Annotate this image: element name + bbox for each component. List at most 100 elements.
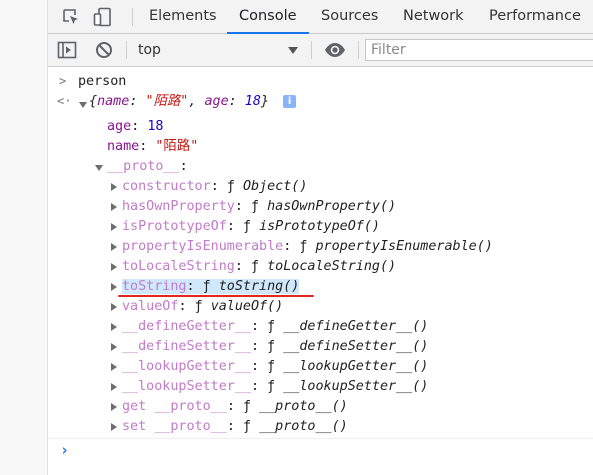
expand-triangle-icon[interactable]	[111, 203, 117, 211]
function-glyph: ƒ	[242, 219, 260, 234]
proto-key: __defineGetter__	[122, 319, 251, 334]
console-input-line: person	[78, 72, 126, 92]
proto-item-row[interactable]: hasOwnProperty: ƒ hasOwnProperty()	[122, 197, 396, 217]
proto-key: toString	[122, 279, 187, 294]
inspect-element-icon[interactable]	[61, 7, 81, 27]
proto-entry: constructor: ƒ Object()	[122, 179, 307, 194]
tab-bar-separator	[132, 8, 133, 26]
info-icon[interactable]: i	[283, 95, 297, 108]
function-name: isPrototypeOf()	[259, 219, 380, 234]
toolbar-separator	[311, 41, 312, 59]
tab-sources[interactable]: Sources	[321, 0, 378, 33]
expand-triangle-icon[interactable]	[111, 303, 117, 311]
proto-entry: __lookupGetter__: ƒ __lookupGetter__()	[122, 359, 428, 374]
console-prompt-icon[interactable]: ›	[60, 441, 69, 459]
proto-key: set __proto__	[122, 419, 227, 434]
proto-colon: :	[251, 359, 268, 374]
proto-key: isPrototypeOf	[122, 219, 227, 234]
proto-item-row[interactable]: propertyIsEnumerable: ƒ propertyIsEnumer…	[122, 237, 493, 257]
expand-triangle-icon[interactable]	[111, 323, 117, 331]
tab-network[interactable]: Network	[403, 0, 464, 33]
proto-key: get __proto__	[122, 399, 227, 414]
clear-console-icon[interactable]	[94, 40, 114, 60]
tab-elements[interactable]: Elements	[149, 0, 217, 33]
function-glyph: ƒ	[267, 379, 284, 394]
proto-colon: :	[210, 179, 227, 194]
proto-colon: :	[226, 399, 243, 414]
toolbar-separator	[358, 41, 359, 59]
expand-triangle-icon[interactable]	[111, 383, 117, 391]
left-panel-strip	[0, 0, 48, 475]
object-summary[interactable]: {name: "陌路", age: 18} i	[89, 92, 297, 112]
proto-entry: hasOwnProperty: ƒ hasOwnProperty()	[122, 199, 396, 214]
proto-item-row[interactable]: valueOf: ƒ valueOf()	[122, 297, 283, 317]
input-chevron-icon: >	[59, 74, 67, 88]
proto-colon: :	[251, 319, 268, 334]
console-output: > person <· {name: "陌路", age: 18} i age:…	[48, 67, 593, 475]
filter-input[interactable]	[365, 39, 593, 61]
proto-key: valueOf	[122, 299, 179, 314]
function-name: __defineGetter__()	[283, 319, 429, 334]
function-name: toLocaleString()	[267, 259, 397, 274]
toolbar-separator	[126, 41, 127, 59]
expand-triangle-icon[interactable]	[95, 165, 103, 171]
proto-item-row[interactable]: __lookupGetter__: ƒ __lookupGetter__()	[122, 357, 428, 377]
proto-item-row[interactable]: __defineGetter__: ƒ __defineGetter__()	[122, 317, 428, 337]
expand-triangle-icon[interactable]	[111, 223, 117, 231]
proto-colon: :	[251, 379, 268, 394]
expand-triangle-icon[interactable]	[111, 423, 117, 431]
expand-triangle-icon[interactable]	[111, 243, 117, 251]
devtools-panel: Elements Console Sources Network Perform…	[48, 0, 593, 475]
proto-item-row[interactable]: get __proto__: ƒ __proto__()	[122, 397, 348, 417]
expand-triangle-icon[interactable]	[111, 283, 117, 291]
function-name: hasOwnProperty()	[267, 199, 397, 214]
highlighted-proto-entry: toString: ƒ toString()	[122, 279, 300, 294]
property-name: name: "陌路"	[107, 139, 199, 154]
console-sidebar-icon[interactable]	[57, 40, 77, 60]
function-glyph: ƒ	[299, 239, 316, 254]
proto-item-row[interactable]: set __proto__: ƒ __proto__()	[122, 417, 348, 437]
device-toolbar-icon[interactable]	[93, 7, 113, 27]
chevron-down-icon[interactable]	[288, 47, 298, 54]
live-expression-eye-icon[interactable]	[324, 40, 346, 60]
proto-colon: :	[234, 199, 251, 214]
expand-triangle-icon[interactable]	[111, 403, 117, 411]
property-age: age: 18	[107, 119, 164, 134]
execution-context-select[interactable]: top	[138, 34, 161, 66]
expand-triangle-icon[interactable]	[111, 343, 117, 351]
function-glyph: ƒ	[267, 359, 284, 374]
proto-key: propertyIsEnumerable	[122, 239, 284, 254]
expand-triangle-icon[interactable]	[111, 183, 117, 191]
expand-triangle-icon[interactable]	[111, 363, 117, 371]
proto-entry: toLocaleString: ƒ toLocaleString()	[122, 259, 396, 274]
function-name: __defineSetter__()	[283, 339, 429, 354]
tab-performance[interactable]: Performance	[489, 0, 581, 33]
expand-triangle-icon[interactable]	[79, 102, 87, 108]
proto-colon: :	[186, 279, 203, 294]
proto-entry: isPrototypeOf: ƒ isPrototypeOf()	[122, 219, 380, 234]
function-name: __lookupGetter__()	[283, 359, 429, 374]
result-chevron-icon: <·	[57, 94, 72, 108]
proto-colon: :	[226, 419, 243, 434]
function-name: propertyIsEnumerable()	[315, 239, 493, 254]
proto-key: __lookupSetter__	[122, 379, 251, 394]
property-proto[interactable]: __proto__:	[107, 157, 188, 177]
proto-colon: :	[178, 299, 195, 314]
function-glyph: ƒ	[202, 279, 219, 294]
function-name: Object()	[242, 179, 308, 194]
function-name: __lookupSetter__()	[283, 379, 429, 394]
function-name: toString()	[218, 279, 300, 294]
proto-item-row[interactable]: toString: ƒ toString()	[122, 277, 300, 297]
function-glyph: ƒ	[251, 199, 268, 214]
proto-item-row[interactable]: constructor: ƒ Object()	[122, 177, 307, 197]
proto-colon: :	[234, 259, 251, 274]
proto-item-row[interactable]: __defineSetter__: ƒ __defineSetter__()	[122, 337, 428, 357]
console-toolbar: top	[48, 34, 593, 67]
proto-item-row[interactable]: __lookupSetter__: ƒ __lookupSetter__()	[122, 377, 428, 397]
tab-console[interactable]: Console	[227, 0, 309, 34]
proto-item-row[interactable]: isPrototypeOf: ƒ isPrototypeOf()	[122, 217, 380, 237]
function-glyph: ƒ	[242, 399, 260, 414]
expand-triangle-icon[interactable]	[111, 263, 117, 271]
proto-item-row[interactable]: toLocaleString: ƒ toLocaleString()	[122, 257, 396, 277]
proto-key: constructor	[122, 179, 211, 194]
